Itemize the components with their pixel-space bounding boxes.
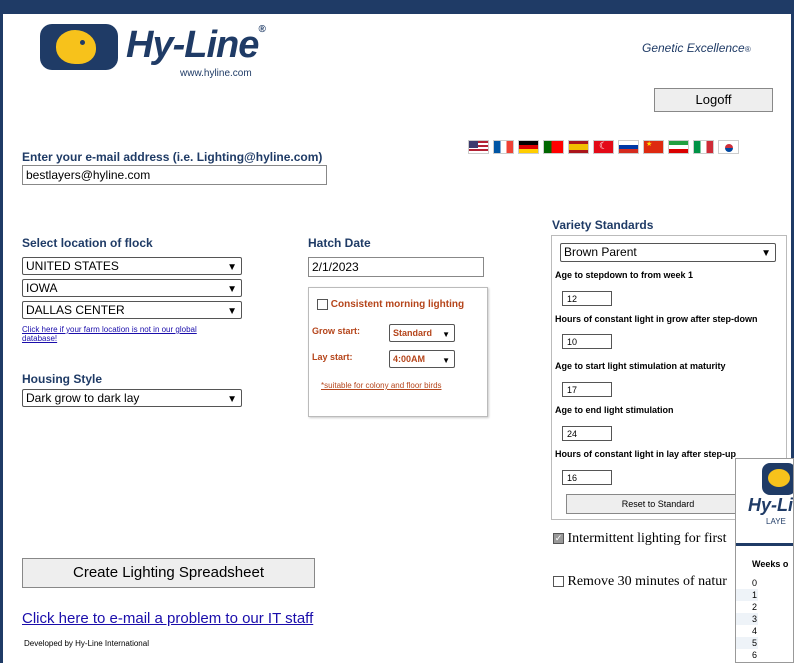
list-item: 0 xyxy=(751,578,757,588)
list-item: 6 xyxy=(751,650,757,660)
list-item: 5 xyxy=(736,637,758,649)
checkmark-icon[interactable]: ✓ xyxy=(553,533,564,545)
grow-start-select[interactable]: Standard ▼ xyxy=(389,324,455,342)
preview-weeks-header: Weeks o xyxy=(752,559,789,569)
preview-divider xyxy=(736,543,793,546)
reset-standard-button[interactable]: Reset to Standard xyxy=(566,494,750,514)
lay-start-label: Lay start: xyxy=(312,352,353,362)
location-label: Select location of flock xyxy=(22,236,153,250)
variety-select[interactable]: Brown Parent ▼ xyxy=(560,243,776,262)
remove-natural-checkbox[interactable] xyxy=(553,576,564,588)
housing-label: Housing Style xyxy=(22,372,103,386)
morning-lighting-label: Consistent morning lighting xyxy=(330,299,465,311)
stimulation-end-input[interactable]: 24 xyxy=(562,426,612,441)
grow-light-hours-label: Hours of constant light in grow after st… xyxy=(555,314,758,324)
housing-select[interactable]: Dark grow to dark lay ▼ xyxy=(22,389,242,407)
chevron-down-icon: ▼ xyxy=(761,248,771,259)
fr-flag-icon[interactable] xyxy=(493,140,514,154)
kr-flag-icon[interactable] xyxy=(718,140,739,154)
chevron-down-icon: ▼ xyxy=(442,356,450,365)
intermittent-option[interactable]: ✓ Intermittent lighting for first xyxy=(553,531,727,547)
footer-credit: Developed by Hy-Line International xyxy=(24,639,149,648)
stimulation-end-label: Age to end light stimulation xyxy=(555,405,674,415)
email-label: Enter your e-mail address (i.e. Lighting… xyxy=(22,150,323,164)
lay-light-hours-input[interactable]: 16 xyxy=(562,470,612,485)
city-select[interactable]: DALLAS CENTER ▼ xyxy=(22,301,242,319)
state-select[interactable]: IOWA ▼ xyxy=(22,279,242,297)
preview-weeks-column: 0 1 2 3 4 5 6 xyxy=(736,577,758,661)
logo-badge xyxy=(40,24,118,70)
morning-lighting-option[interactable]: Consistent morning lighting xyxy=(317,299,464,310)
stimulation-start-input[interactable]: 17 xyxy=(562,382,612,397)
us-flag-icon[interactable] xyxy=(468,140,489,154)
remove-natural-label: Remove 30 minutes of natur xyxy=(567,574,727,589)
list-item: 2 xyxy=(751,602,757,612)
hyline-logo: Hy-Line® www.hyline.com xyxy=(40,24,270,84)
create-spreadsheet-button[interactable]: Create Lighting Spreadsheet xyxy=(22,558,315,588)
tagline: Genetic Excellence® xyxy=(642,41,751,55)
it-flag-icon[interactable] xyxy=(693,140,714,154)
chevron-down-icon: ▼ xyxy=(227,394,237,405)
remove-natural-option[interactable]: Remove 30 minutes of natur xyxy=(553,574,727,590)
lay-start-select[interactable]: 4:00AM ▼ xyxy=(389,350,455,368)
chevron-down-icon: ▼ xyxy=(227,306,237,317)
top-bar xyxy=(0,0,794,14)
morning-lighting-panel: Consistent morning lighting Grow start: … xyxy=(308,287,488,417)
tr-flag-icon[interactable]: ☾ xyxy=(593,140,614,154)
list-item: 4 xyxy=(751,626,757,636)
de-flag-icon[interactable] xyxy=(518,140,539,154)
it-email-link[interactable]: Click here to e-mail a problem to our IT… xyxy=(22,610,313,627)
intermittent-label: Intermittent lighting for first xyxy=(567,531,727,546)
country-select[interactable]: UNITED STATES ▼ xyxy=(22,257,242,275)
language-flags: ☾ ★ xyxy=(468,140,739,154)
colony-floor-note: *suitable for colony and floor birds xyxy=(321,381,442,390)
chevron-down-icon: ▼ xyxy=(227,262,237,273)
hatch-date-input[interactable]: 2/1/2023 xyxy=(308,257,484,277)
list-item: 3 xyxy=(736,613,758,625)
preview-brand: Hy-Li xyxy=(748,495,793,515)
spreadsheet-preview-window[interactable]: Hy-Li LAYE Weeks o 0 1 2 3 4 5 6 xyxy=(735,458,794,663)
morning-lighting-checkbox[interactable] xyxy=(317,299,328,310)
list-item: 1 xyxy=(736,589,758,601)
preview-logo-badge xyxy=(762,463,793,495)
grow-start-label: Grow start: xyxy=(312,326,361,336)
es-flag-icon[interactable] xyxy=(568,140,589,154)
logo-wordmark: Hy-Line® xyxy=(126,24,266,66)
chevron-down-icon: ▼ xyxy=(227,284,237,295)
email-field[interactable]: bestlayers@hyline.com xyxy=(22,165,327,185)
cn-flag-icon[interactable]: ★ xyxy=(643,140,664,154)
logo-url: www.hyline.com xyxy=(180,68,252,79)
location-not-found-link[interactable]: Click here if your farm location is not … xyxy=(22,325,232,343)
ru-flag-icon[interactable] xyxy=(618,140,639,154)
lay-light-hours-label: Hours of constant light in lay after ste… xyxy=(555,449,737,459)
logoff-button[interactable]: Logoff xyxy=(654,88,773,112)
hatch-date-label: Hatch Date xyxy=(308,236,371,250)
chevron-down-icon: ▼ xyxy=(442,330,450,339)
chick-icon xyxy=(56,30,96,64)
stimulation-start-label: Age to start light stimulation at maturi… xyxy=(555,361,726,371)
chick-icon xyxy=(768,469,790,487)
grow-light-hours-input[interactable]: 10 xyxy=(562,334,612,349)
pt-flag-icon[interactable] xyxy=(543,140,564,154)
preview-subtitle: LAYE xyxy=(766,517,786,526)
variety-title: Variety Standards xyxy=(552,218,654,232)
stepdown-age-input[interactable]: 12 xyxy=(562,291,612,306)
ir-flag-icon[interactable] xyxy=(668,140,689,154)
stepdown-age-label: Age to stepdown to from week 1 xyxy=(555,270,694,280)
